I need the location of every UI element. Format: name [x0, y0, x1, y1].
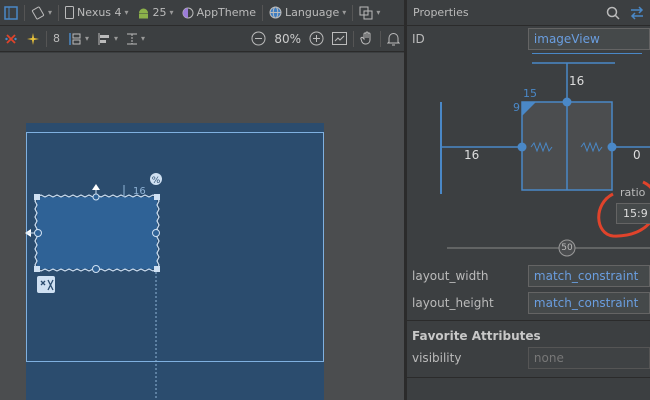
resize-handle-tl[interactable] — [34, 194, 40, 200]
arrow-up-icon — [92, 184, 100, 190]
properties-title: Properties — [413, 6, 469, 19]
properties-header: Properties — [407, 0, 650, 26]
layout-height-field[interactable]: match_constraint — [527, 292, 650, 314]
resize-handle-br[interactable] — [154, 266, 160, 272]
bias-slider-value: 50 — [561, 243, 573, 253]
id-row: ID imageView — [407, 28, 650, 50]
layout-width-row: layout_width match_constraint — [407, 265, 650, 287]
bottom-divider — [407, 377, 650, 378]
resize-handle-tr[interactable] — [154, 194, 160, 200]
id-field[interactable]: imageView — [527, 28, 650, 50]
image-view-widget[interactable] — [37, 197, 157, 269]
constraint-anchor-top[interactable] — [92, 193, 100, 201]
id-label: ID — [412, 32, 425, 46]
delete-constraints-button[interactable] — [37, 276, 55, 293]
toggle-view-icon[interactable] — [630, 5, 644, 20]
canvas-margin-label: 16 — [133, 186, 146, 197]
id-underline — [532, 53, 642, 54]
layout-height-row: layout_height match_constraint — [407, 292, 650, 314]
left-margin-value[interactable]: 16 — [464, 148, 479, 162]
top-anchor[interactable] — [562, 97, 572, 107]
layout-height-label: layout_height — [412, 296, 494, 310]
selection-overlay: % — [25, 173, 162, 400]
corner-top-value: 15 — [523, 87, 537, 100]
search-icon[interactable] — [606, 6, 620, 20]
constraint-anchor-left[interactable] — [34, 229, 42, 237]
layout-width-label: layout_width — [412, 269, 489, 283]
corner-left-value: 9 — [513, 101, 520, 114]
visibility-label: visibility — [412, 351, 462, 365]
constraint-anchor-bottom[interactable] — [92, 265, 100, 273]
right-margin-value[interactable]: 0 — [633, 148, 641, 162]
favorites-heading: Favorite Attributes — [412, 329, 541, 343]
resize-handle-bl[interactable] — [34, 266, 40, 272]
visibility-row: visibility none — [407, 347, 650, 369]
layout-width-field[interactable]: match_constraint — [527, 265, 650, 287]
svg-text:%: % — [152, 176, 161, 186]
ratio-label: ratio — [620, 186, 646, 199]
visibility-field[interactable]: none — [527, 347, 650, 369]
top-margin-value[interactable]: 16 — [569, 74, 584, 88]
section-divider — [407, 320, 650, 321]
ratio-field[interactable]: 15:9 — [616, 203, 650, 224]
properties-panel: Properties ID imageView 16 15 9 16 0 rat… — [407, 0, 650, 400]
constraint-anchor-right[interactable] — [152, 229, 160, 237]
aspect-ratio-toggle[interactable]: % — [150, 173, 162, 186]
left-anchor[interactable] — [517, 142, 527, 152]
